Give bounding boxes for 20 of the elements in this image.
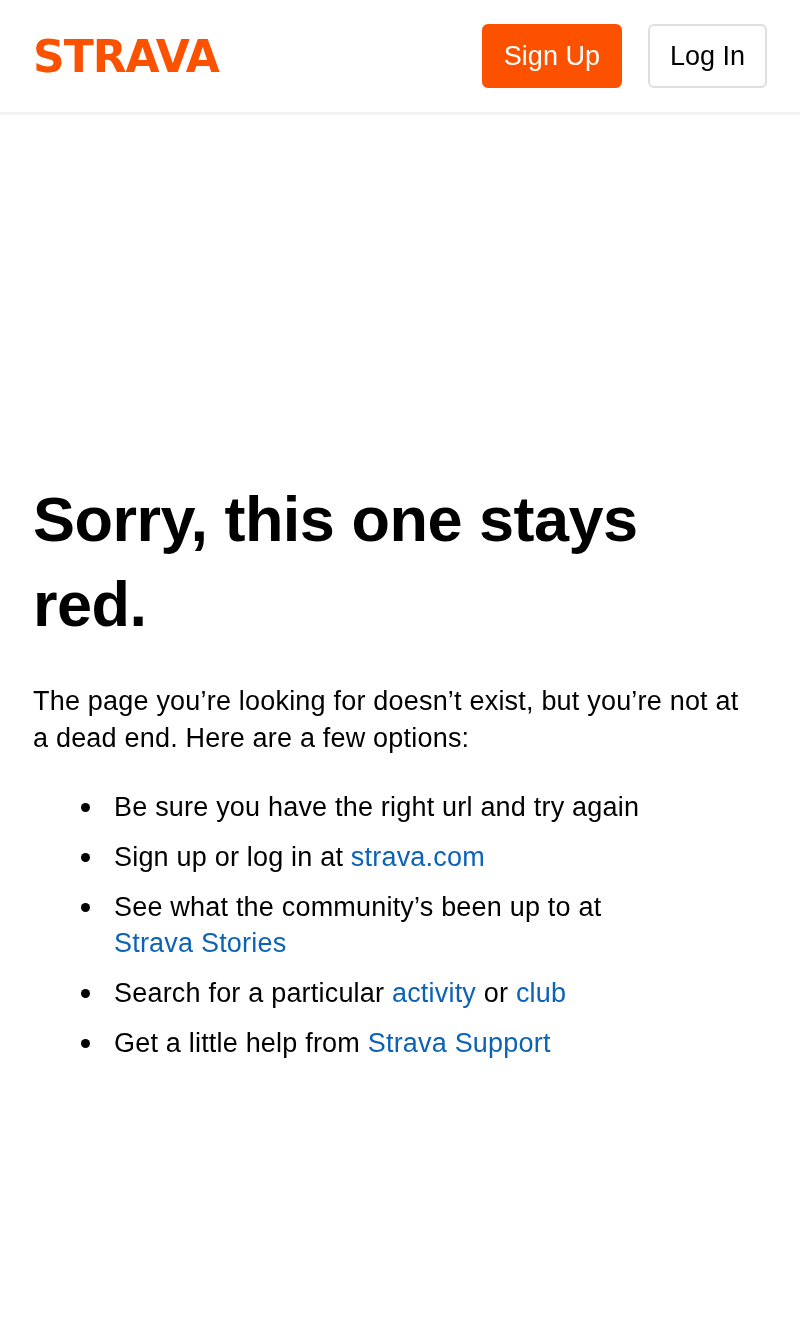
text-link[interactable]: club <box>515 978 567 1008</box>
text-link[interactable]: activity <box>391 978 477 1008</box>
bullet-icon <box>81 1039 90 1048</box>
option-text: See what the community’s been up to at Strava Stories <box>114 891 603 960</box>
text-link[interactable]: Strava Stories <box>114 928 287 958</box>
text-link[interactable]: Strava Support <box>367 1028 551 1058</box>
text-link[interactable]: strava.com <box>350 842 485 872</box>
bullet-icon <box>81 803 90 812</box>
log-in-button[interactable]: Log In <box>647 24 767 88</box>
page-heading: Sorry, this one stays red. <box>33 483 639 641</box>
option-text: Get a little help from Strava Support <box>114 1027 551 1060</box>
option-text: Sign up or log in at strava.com <box>114 841 485 874</box>
bullet-icon <box>81 853 90 862</box>
intro-paragraph: The page you’re looking for doesn’t exist, but you’re not at a dead end. Here are a few options: <box>33 685 740 755</box>
logo[interactable]: STRAVA <box>33 35 219 79</box>
bullet-icon <box>81 989 90 998</box>
sign-up-button[interactable]: Sign Up <box>481 24 622 88</box>
option-text: Be sure you have the right url and try again <box>114 791 640 824</box>
bullet-icon <box>81 903 90 912</box>
option-text: Search for a particular activity or club <box>114 977 567 1010</box>
